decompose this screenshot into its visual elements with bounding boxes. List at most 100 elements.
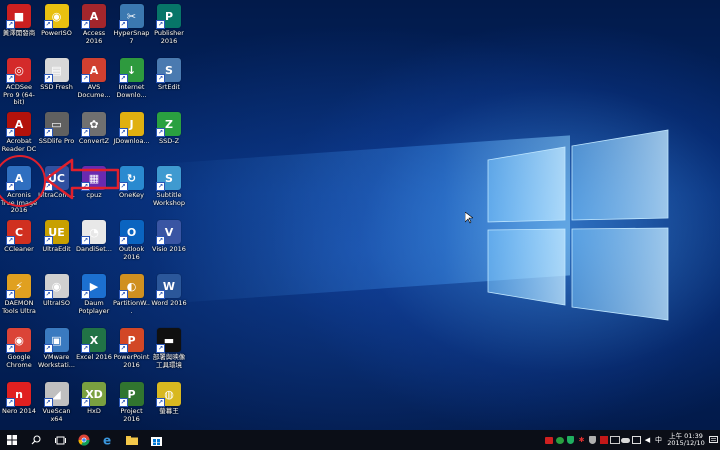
desktop-icon[interactable]: ◢ ↗ VueScan x64 [38,379,76,423]
tray-volume[interactable]: ◀ [642,430,653,450]
desktop-icon[interactable]: ✂ ↗ HyperSnap 7 [113,1,151,45]
desktop-icon[interactable]: S ↗ SrtEdit [150,55,188,92]
desktop-icon[interactable]: P ↗ Publisher 2016 [150,1,188,45]
app-icon: A ↗ [6,112,31,137]
desktop-icon-label: Word 2016 [151,299,187,307]
app-glyph: Z [165,117,173,131]
desktop-icon[interactable]: W ↗ Word 2016 [150,271,188,308]
app-glyph: V [164,225,174,239]
shortcut-arrow-icon: ↗ [81,128,90,137]
desktop-icon[interactable]: XD ↗ HxD [75,379,113,416]
desktop-icon[interactable]: C ↗ CCleaner [0,217,38,254]
app-icon: ■ ↗ [6,4,31,29]
desktop-icon[interactable]: V ↗ Visio 2016 [150,217,188,254]
desktop-icon[interactable]: O ↗ Outlook 2016 [113,217,151,261]
desktop-icon-label: HyperSnap 7 [113,29,150,45]
desktop-icon[interactable]: J ↗ JDownloa... [113,109,151,146]
search-button[interactable] [24,430,48,450]
network-icon [632,436,641,444]
tray-app-icon-2[interactable] [554,430,565,450]
app-glyph: ✂ [126,9,137,23]
desktop-icon[interactable]: ▬ ↗ 部署與映像工具環境 [150,325,188,369]
app-glyph: C [14,225,24,239]
shortcut-arrow-icon: ↗ [81,398,90,407]
tray-onedrive[interactable] [620,430,631,450]
shortcut-arrow-icon: ↗ [156,20,165,29]
app-glyph: ⚡ [15,279,23,293]
shortcut-arrow-icon: ↗ [156,290,165,299]
desktop-icon[interactable]: ▣ ↗ VMware Workstati... [38,325,76,369]
desktop-icon[interactable]: ⚡ ↗ DAEMON Tools Ultra [0,271,38,315]
tray-app-icon-6[interactable] [598,430,609,450]
desktop-icon-label: Access 2016 [82,29,106,45]
desktop-icon[interactable]: UE ↗ UltraEdit [38,217,76,254]
desktop-icon-label: PowerISO [41,29,72,37]
app-icon: ✂ ↗ [118,4,144,29]
app-icon: S ↗ [156,166,181,191]
taskbar-clock[interactable]: 上午 01:39 2015/12/10 [666,432,706,448]
taskbar-chrome[interactable] [72,430,96,450]
desktop-icon[interactable]: ▤ ↗ SSD Fresh [38,55,76,92]
desktop-icon[interactable]: ◉ ↗ Google Chrome [0,325,38,369]
tray-app-icon-5[interactable] [587,430,598,450]
desktop-icon-label: SSD-Z [158,137,180,145]
shortcut-arrow-icon: ↗ [6,74,15,83]
shortcut-arrow-icon: ↗ [118,20,128,29]
desktop-icon-label: UltraEdit [42,245,71,253]
shortcut-arrow-icon: ↗ [6,398,15,407]
app-glyph: ▤ [51,63,62,77]
app-icon: X ↗ [81,328,106,353]
desktop-icon[interactable]: P ↗ PowerPoint 2016 [113,325,151,369]
app-glyph: ▣ [51,333,62,347]
taskbar-store[interactable] [144,430,168,450]
tray-app-icon-4[interactable]: ✱ [576,430,587,450]
desktop-icon[interactable]: ✿ ↗ ConvertZ [75,109,113,146]
desktop-icon[interactable]: ◎ ↗ ACDSee Pro 9 (64-bit) [0,55,38,107]
taskbar-file-explorer[interactable] [120,430,144,450]
app-icon: n ↗ [6,382,31,407]
desktop-icon[interactable]: A ↗ AVS Docume... [75,55,113,99]
desktop-icon[interactable]: ▶ ↗ Daum Potplayer [75,271,113,315]
ime-indicator: 中 [655,436,662,444]
desktop-icon[interactable]: ◉ ↗ PowerISO [38,1,76,38]
task-view-button[interactable] [48,430,72,450]
tray-app-icon-7[interactable] [609,430,620,450]
desktop-icon-label: PartitionW... [113,299,150,315]
desktop-icon[interactable]: A ↗ Access 2016 [75,1,113,45]
desktop-icon-label: VueScan x64 [42,407,71,423]
app-icon: ✿ ↗ [81,112,106,137]
desktop-icon[interactable]: S ↗ Subtitle Workshop [150,163,188,207]
tray-network[interactable] [631,430,642,450]
app-glyph: A [14,117,24,131]
shortcut-arrow-icon: ↗ [43,290,53,299]
red-app-icon [544,436,553,444]
desktop-icon[interactable]: Z ↗ SSD-Z [150,109,188,146]
app-icon: O ↗ [118,220,144,245]
app-glyph: ◉ [51,279,62,293]
desktop-icon[interactable]: ↓ ↗ Internet Downlo... [113,55,151,99]
green-shield-icon [567,436,574,444]
tray-app-icon-1[interactable] [543,430,554,450]
desktop-icon[interactable]: ■ ↗ 黃澤開發商 [0,1,38,38]
desktop-icon[interactable]: ◉ ↗ UltraISO [38,271,76,308]
desktop-icon-label: UltraISO [43,299,70,307]
app-glyph: ▶ [89,279,99,293]
desktop-icon[interactable]: X ↗ Excel 2016 [75,325,113,362]
desktop-icon[interactable]: ◔ ↗ DandiSet... [75,217,113,254]
tray-ime[interactable]: 中 [653,430,664,450]
tray-app-icon-3[interactable] [565,430,576,450]
app-glyph: A [89,9,99,23]
app-icon: ▣ ↗ [43,328,69,353]
desktop-icon[interactable]: ◍ ↗ 螢幕王 [150,379,188,416]
desktop-icon[interactable]: P ↗ Project 2016 [113,379,151,423]
action-center-button[interactable] [706,430,720,450]
taskbar-edge[interactable]: e [96,430,120,450]
desktop-icon[interactable]: n ↗ Nero 2014 [0,379,38,416]
store-icon [150,436,162,446]
app-glyph: ◍ [164,387,174,401]
start-button[interactable] [0,430,24,450]
desktop-icon[interactable]: ▭ ↗ SSDlife Pro [38,109,76,146]
desktop-icon[interactable]: ◐ ↗ PartitionW... [113,271,151,315]
desktop-icon[interactable]: A ↗ Acrobat Reader DC [0,109,38,153]
desktop-icon-label: HxD [87,407,101,415]
